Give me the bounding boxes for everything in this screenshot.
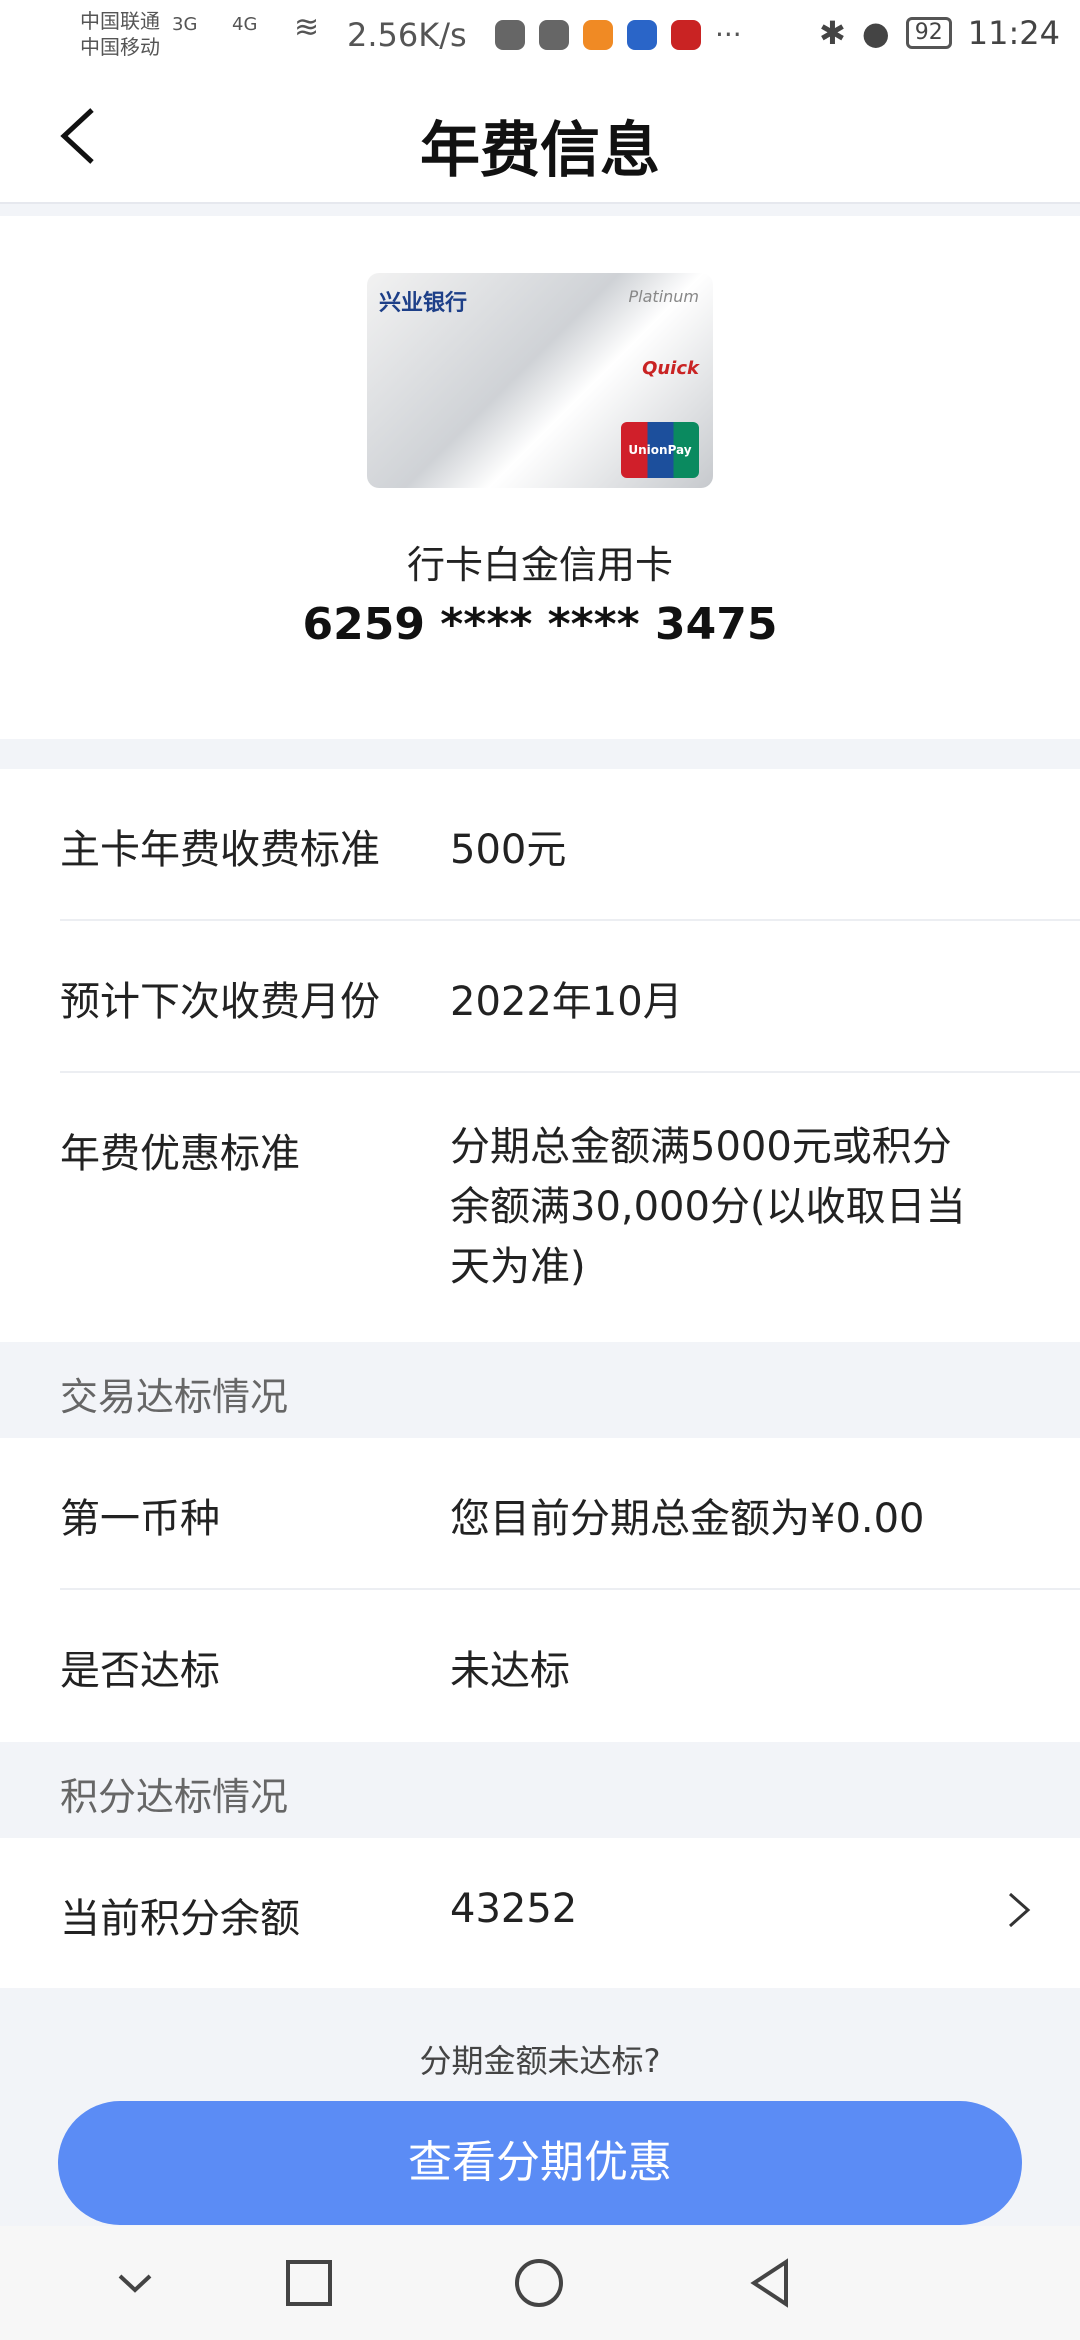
waiver-line-1: 分期总金额满5000元或积分 [450, 1124, 952, 1170]
nav-home-icon[interactable] [508, 2252, 570, 2314]
chevron-right-icon[interactable] [998, 1890, 1038, 1930]
points-list: 当前积分余额 43252 [0, 1838, 1080, 1988]
notification-icons: ··· [495, 18, 742, 51]
carrier-1: 中国联通 [80, 9, 160, 33]
calendar-app-icon [671, 19, 701, 50]
signal-3g-icon: 3G [172, 14, 198, 35]
points-balance-row[interactable]: 当前积分余额 43252 [0, 1838, 1080, 1988]
section-header-points: 积分达标情况 [0, 1742, 1080, 1838]
waiver-line-2: 余额满30,000分(以收取日当 [450, 1184, 966, 1230]
transaction-list: 第一币种 您目前分期总金额为¥0.00 是否达标 未达标 [0, 1438, 1080, 1742]
card-section: 兴业银行 Platinum Quick UnionPay 银联 行卡白金信用卡 … [0, 216, 1080, 739]
carrier-2: 中国移动 [80, 35, 160, 59]
bluetooth-icon: ✱ [819, 14, 846, 52]
waiver-standard-label: 年费优惠标准 [60, 1131, 300, 1177]
carrier-labels: 中国联通 中国移动 [80, 8, 160, 60]
installment-hint: 分期金额未达标? [419, 2042, 661, 2080]
quickpass-logo: Quick [642, 358, 699, 379]
nav-collapse-icon[interactable] [104, 2252, 166, 2314]
annual-fee-label: 主卡年费收费标准 [60, 827, 380, 873]
system-nav-bar [0, 2226, 1080, 2340]
battery-icon: 92 [905, 17, 952, 49]
card-name: 行卡白金信用卡 [406, 543, 673, 587]
card-tier: Platinum [628, 287, 699, 306]
header: 年费信息 [0, 72, 1080, 204]
list-item: 预计下次收费月份 2022年10月 [0, 921, 1080, 1073]
nav-recents-icon[interactable] [278, 2252, 340, 2314]
status-right: ✱ ● 92 11:24 [819, 14, 1060, 52]
wifi-icon: ≋ [294, 10, 320, 45]
next-charge-value: 2022年10月 [450, 979, 683, 1025]
list-item: 是否达标 未达标 [0, 1590, 1080, 1742]
section-header-label: 交易达标情况 [60, 1375, 289, 1419]
nav-back-icon[interactable] [740, 2252, 802, 2314]
bank-app-icon [627, 19, 657, 50]
video-app-icon [583, 19, 613, 50]
points-balance-value: 43252 [450, 1886, 578, 1932]
signal-4g-icon: 4G [232, 14, 258, 35]
met-standard-label: 是否达标 [60, 1648, 220, 1694]
points-balance-label: 当前积分余额 [60, 1896, 300, 1942]
next-charge-label: 预计下次收费月份 [60, 979, 380, 1025]
section-header-label: 积分达标情况 [60, 1775, 289, 1819]
currency-label: 第一币种 [60, 1496, 220, 1542]
met-standard-value: 未达标 [450, 1648, 570, 1694]
card-bank-name: 兴业银行 [379, 291, 468, 316]
credit-card-image: 兴业银行 Platinum Quick UnionPay 银联 [367, 273, 713, 488]
location-icon: ● [861, 14, 890, 52]
clock: 11:24 [967, 14, 1060, 52]
network-speed: 2.56K/s [347, 16, 467, 54]
more-icon: ··· [715, 18, 742, 51]
view-installment-offers-button[interactable]: 查看分期优惠 [58, 2101, 1022, 2225]
unionpay-logo: UnionPay 银联 [621, 422, 699, 478]
currency-value: 您目前分期总金额为¥0.00 [450, 1496, 925, 1542]
annual-fee-value: 500元 [450, 827, 567, 873]
page-title: 年费信息 [420, 116, 660, 186]
waiver-standard-value: 分期总金额满5000元或积分 余额满30,000分(以收取日当 天为准) [450, 1117, 966, 1297]
app-notification-icon [495, 19, 525, 50]
fee-info-list: 主卡年费收费标准 500元 预计下次收费月份 2022年10月 年费优惠标准 分… [0, 769, 1080, 1342]
section-header-transaction: 交易达标情况 [0, 1342, 1080, 1438]
card-number: 6259 **** **** 3475 [302, 599, 778, 650]
list-item: 第一币种 您目前分期总金额为¥0.00 [0, 1438, 1080, 1590]
waiver-line-3: 天为准) [450, 1244, 586, 1290]
wechat-icon [539, 19, 569, 50]
status-bar: 中国联通 中国移动 3G 4G ≋ 2.56K/s ··· ✱ ● 92 11:… [0, 0, 1080, 72]
list-item: 主卡年费收费标准 500元 [0, 769, 1080, 921]
list-item: 年费优惠标准 分期总金额满5000元或积分 余额满30,000分(以收取日当 天… [0, 1073, 1080, 1342]
